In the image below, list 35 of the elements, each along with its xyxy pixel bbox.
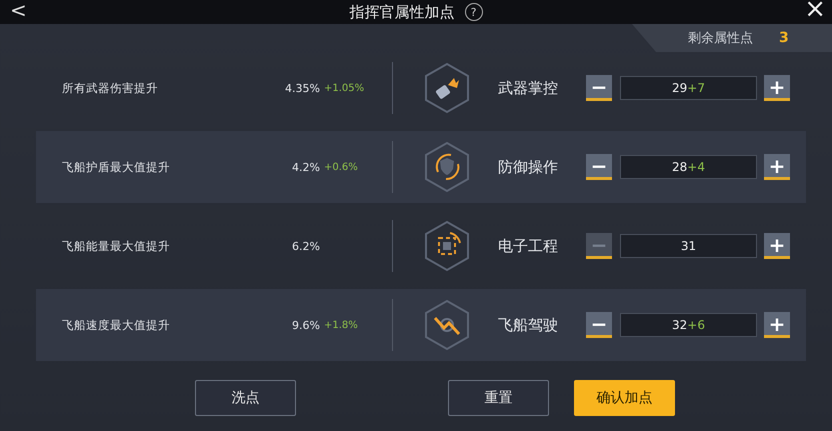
remaining-points-value: 3 (779, 30, 789, 46)
stat-label: 飞船能量最大值提升 (62, 238, 171, 254)
action-button[interactable]: 洗点 (195, 380, 296, 416)
back-button[interactable]: < (10, 0, 27, 22)
stat-value: 4.35% (284, 82, 320, 94)
stat-value: 6.2% (291, 240, 320, 252)
attribute-name: 电子工程 (498, 236, 559, 256)
stat-bonus: +0.6% (323, 162, 359, 172)
stat-value: 4.2% (291, 160, 320, 174)
stat-bonus: +1.8% (323, 320, 359, 330)
decrease-button[interactable]: − (586, 75, 612, 101)
stat-label: 所有武器伤害提升 (62, 80, 159, 96)
decrease-button[interactable]: − (586, 154, 612, 180)
increase-button[interactable]: + (764, 233, 790, 259)
attribute-name: 武器掌控 (498, 78, 559, 98)
window-title: 指挥官属性加点 (350, 2, 454, 22)
remaining-points-label: 剩余属性点 (688, 30, 753, 47)
close-button[interactable]: × (804, 0, 826, 22)
stat-bonus: +1.05% (323, 82, 366, 94)
decrease-button[interactable]: − (586, 312, 612, 338)
attribute-name: 飞船驾驶 (498, 316, 559, 334)
help-button[interactable]: ? (464, 3, 482, 21)
points-field: 29+7 (620, 76, 757, 100)
points-field: 31 (620, 234, 757, 258)
stat-value: 9.6% (291, 318, 320, 332)
increase-button[interactable]: + (764, 75, 790, 101)
stat-label: 飞船速度最大值提升 (62, 318, 171, 332)
increase-button[interactable]: + (764, 154, 790, 180)
action-button[interactable]: 重置 (448, 380, 549, 416)
increase-button[interactable]: + (764, 312, 790, 338)
points-field: 28+4 (620, 155, 757, 179)
stat-label: 飞船护盾最大值提升 (62, 160, 171, 174)
confirm-button[interactable]: 确认加点 (574, 380, 675, 416)
points-field: 32+6 (620, 313, 757, 337)
attribute-name: 防御操作 (498, 158, 559, 176)
